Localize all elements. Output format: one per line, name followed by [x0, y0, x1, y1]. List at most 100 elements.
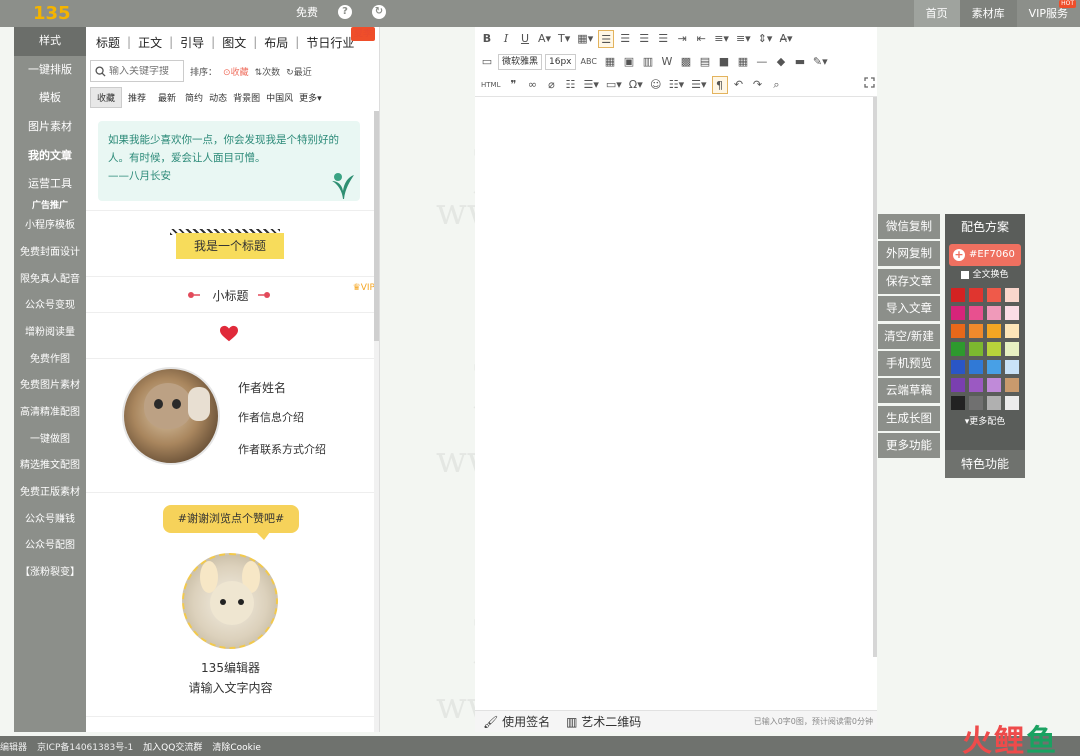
- text-format-button[interactable]: T▾: [556, 30, 572, 48]
- emoji-icon[interactable]: ☺: [648, 76, 664, 94]
- site-logo[interactable]: 135: [33, 3, 71, 25]
- tab-guide[interactable]: 引导: [180, 34, 204, 51]
- ltr-icon[interactable]: ¶: [711, 75, 728, 94]
- editor-scrollbar[interactable]: [873, 97, 877, 657]
- tab-image-text[interactable]: 图文: [222, 34, 246, 51]
- spellcheck-icon[interactable]: ABC: [579, 53, 599, 71]
- color-swatch[interactable]: [951, 378, 965, 392]
- color-swatch[interactable]: [1005, 360, 1019, 374]
- gallery-icon[interactable]: ▤: [697, 53, 713, 71]
- color-swatch[interactable]: [969, 306, 983, 320]
- sidebar-promo-item[interactable]: 公众号赚钱: [14, 507, 86, 534]
- unlink-icon[interactable]: ⌀: [543, 76, 559, 94]
- special-char-icon[interactable]: Ω▾: [627, 76, 645, 94]
- color-swatch[interactable]: [951, 288, 965, 302]
- cloud-draft-button[interactable]: 云端草稿: [878, 378, 940, 404]
- html-icon[interactable]: HTML: [479, 76, 502, 94]
- footer-icp[interactable]: 京ICP备14061383号-1: [37, 740, 133, 753]
- template-author[interactable]: 作者姓名 作者信息介绍 作者联系方式介绍: [86, 359, 375, 493]
- link-icon[interactable]: ∞: [524, 76, 540, 94]
- tab-layout[interactable]: 布局: [264, 34, 288, 51]
- template-title[interactable]: 我是一个标题: [86, 211, 375, 277]
- eraser-icon[interactable]: ◆: [773, 53, 789, 71]
- undo-icon[interactable]: ↶: [731, 76, 747, 94]
- color-swatch[interactable]: [951, 396, 965, 410]
- tab-festival-industry[interactable]: 节日行业: [306, 34, 354, 51]
- add-color-icon[interactable]: +: [953, 249, 965, 261]
- color-swatch[interactable]: [951, 324, 965, 338]
- sort-recent[interactable]: ↻最近: [286, 65, 312, 78]
- search-input[interactable]: [109, 65, 179, 77]
- word-icon[interactable]: W: [659, 53, 675, 71]
- sidebar-promo-item[interactable]: 免费封面设计: [14, 240, 86, 267]
- sidebar-promo-item[interactable]: 免费图片素材: [14, 373, 86, 400]
- font-color-button[interactable]: A▾: [536, 30, 553, 48]
- long-image-button[interactable]: 生成长图: [878, 405, 940, 431]
- sidebar-promo-item[interactable]: 公众号配图: [14, 533, 86, 560]
- subcat-chinese-style[interactable]: 中国风: [263, 88, 296, 107]
- panel-scrollbar[interactable]: [374, 111, 379, 732]
- sidebar-item-ops-tools[interactable]: 运营工具: [14, 170, 86, 199]
- color-swatch[interactable]: [969, 342, 983, 356]
- sidebar-item-my-articles[interactable]: 我的文章: [14, 142, 86, 171]
- unordered-list-icon[interactable]: ☰▾: [689, 76, 708, 94]
- template-subtitle[interactable]: 小标题 ♛VIP: [86, 277, 375, 313]
- external-copy-button[interactable]: 外网复制: [878, 241, 940, 267]
- indent-icon[interactable]: ⇥: [674, 30, 690, 48]
- list-style-icon[interactable]: ☰▾: [581, 76, 600, 94]
- color-swatch[interactable]: [1005, 342, 1019, 356]
- sidebar-item-templates[interactable]: 模板: [14, 84, 86, 113]
- clear-format-icon[interactable]: A̶▾: [777, 30, 794, 48]
- italic-button[interactable]: I: [498, 30, 514, 48]
- paragraph-spacing-icon[interactable]: ≡▾: [734, 30, 753, 48]
- tab-body[interactable]: 正文: [138, 34, 162, 51]
- nav-home[interactable]: 首页: [913, 0, 960, 27]
- align-justify-icon[interactable]: ☰: [655, 30, 671, 48]
- line-height-icon[interactable]: ≡▾: [712, 30, 731, 48]
- ordered-list-icon[interactable]: ☷▾: [667, 76, 686, 94]
- color-swatch[interactable]: [969, 360, 983, 374]
- grid-icon[interactable]: ▦: [735, 53, 751, 71]
- font-size-select[interactable]: 16px: [545, 53, 576, 70]
- current-color[interactable]: + #EF7060: [949, 244, 1021, 266]
- sidebar-promo-item[interactable]: 增粉阅读量: [14, 320, 86, 347]
- template-like[interactable]: #谢谢浏览点个赞吧# 135编辑器 请输入文字内容: [86, 493, 375, 717]
- color-swatch[interactable]: [987, 306, 1001, 320]
- sidebar-promo-item[interactable]: 高清精准配图: [14, 400, 86, 427]
- sort-count[interactable]: ⇅次数: [255, 65, 281, 78]
- underline-button[interactable]: U: [517, 30, 533, 48]
- wechat-copy-button[interactable]: 微信复制: [878, 214, 940, 239]
- video-icon[interactable]: ■: [716, 53, 732, 71]
- sidebar-item-one-click-layout[interactable]: 一键排版: [14, 56, 86, 85]
- use-signature-button[interactable]: 🖌 使用签名: [483, 713, 550, 730]
- nav-material-library[interactable]: 素材库: [959, 0, 1017, 27]
- new-doc-icon[interactable]: ▭: [479, 53, 495, 71]
- color-swatch[interactable]: [987, 378, 1001, 392]
- subcat-dynamic[interactable]: 动态: [206, 88, 230, 107]
- frame-icon[interactable]: ▭▾: [604, 76, 624, 94]
- color-swatch[interactable]: [987, 324, 1001, 338]
- sidebar-item-image-materials[interactable]: 图片素材: [14, 113, 86, 142]
- color-swatch[interactable]: [951, 360, 965, 374]
- color-swatch[interactable]: [987, 342, 1001, 356]
- redo-icon[interactable]: ↷: [750, 76, 766, 94]
- free-link[interactable]: 免费: [296, 4, 318, 20]
- apply-all-toggle[interactable]: 全文换色: [945, 266, 1025, 284]
- clear-new-button[interactable]: 清空/新建: [878, 323, 940, 349]
- magic-wand-icon[interactable]: ✎▾: [811, 53, 830, 71]
- font-family-select[interactable]: 微软雅黑: [498, 53, 543, 70]
- color-swatch[interactable]: [1005, 396, 1019, 410]
- color-swatch[interactable]: [1005, 306, 1019, 320]
- subcat-summer[interactable]: 夏季: [350, 27, 375, 41]
- sidebar-promo-item[interactable]: 一键做图: [14, 427, 86, 454]
- sidebar-promo-item[interactable]: 【涨粉裂变】: [14, 560, 86, 587]
- feature-functions-button[interactable]: 特色功能: [945, 450, 1025, 478]
- subtab-recommended[interactable]: 推荐: [122, 88, 152, 107]
- emoji-image-icon[interactable]: ☷: [562, 76, 578, 94]
- color-swatch[interactable]: [951, 342, 965, 356]
- sidebar-promo-item[interactable]: 精选推文配图: [14, 453, 86, 480]
- help-icon[interactable]: ?: [338, 5, 352, 19]
- quote-icon[interactable]: ❞: [505, 76, 521, 94]
- columns-icon[interactable]: ▥: [640, 53, 656, 71]
- color-swatch[interactable]: [1005, 288, 1019, 302]
